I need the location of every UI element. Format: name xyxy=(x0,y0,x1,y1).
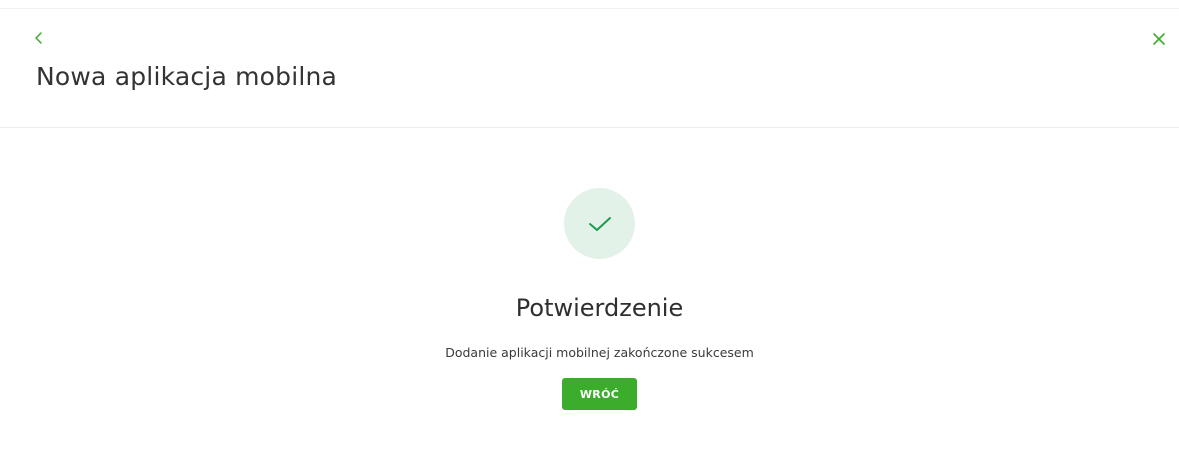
close-icon xyxy=(1153,33,1165,45)
close-button[interactable] xyxy=(1150,30,1168,48)
confirmation-title: Potwierdzenie xyxy=(515,294,684,322)
success-status-badge xyxy=(564,188,635,259)
page-title: Nowa aplikacja mobilna xyxy=(36,62,338,91)
check-icon xyxy=(588,216,611,231)
confirmation-message: Dodanie aplikacji mobilnej zakończone su… xyxy=(445,345,754,360)
chevron-left-icon xyxy=(35,32,42,44)
back-button[interactable] xyxy=(30,29,48,47)
return-button[interactable]: WRÓĆ xyxy=(562,378,637,410)
